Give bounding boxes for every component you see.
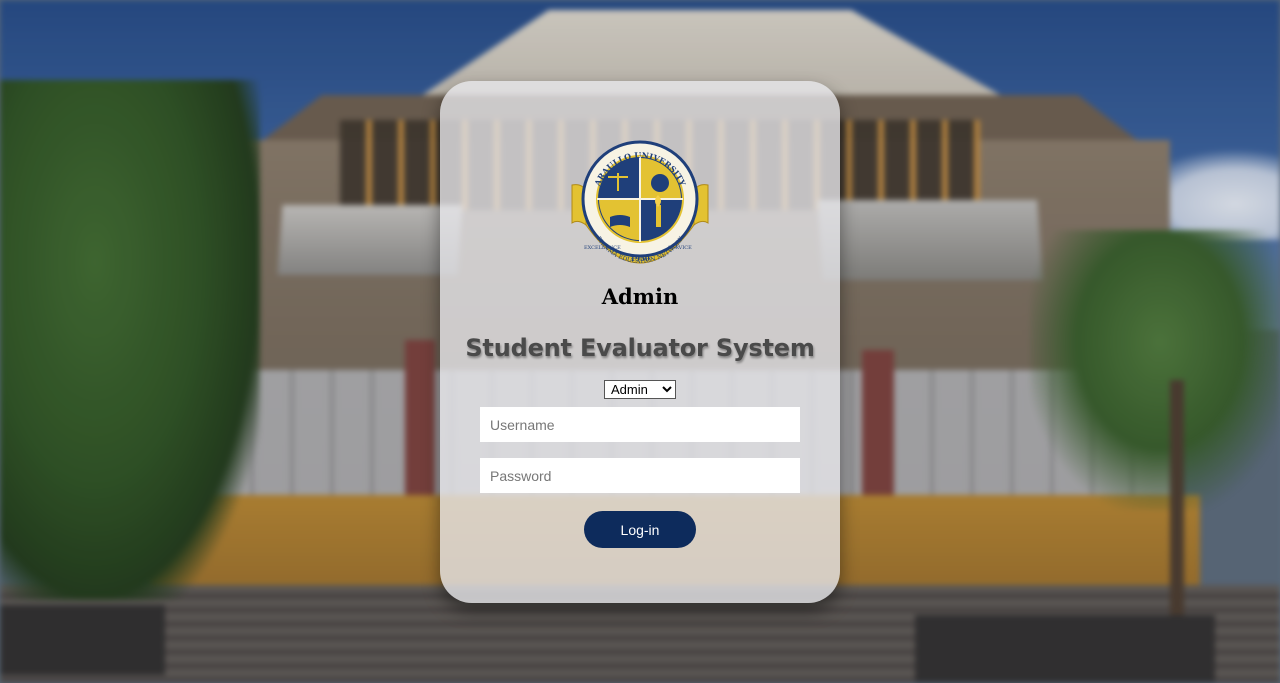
seal-right-motto: SERVICE — [668, 245, 692, 251]
username-input[interactable] — [480, 407, 800, 442]
password-input[interactable] — [480, 458, 800, 493]
role-title: Admin — [601, 284, 679, 309]
role-select[interactable]: Admin — [604, 380, 676, 399]
seal-year: 1950 — [630, 254, 650, 263]
login-button[interactable]: Log-in — [584, 511, 696, 548]
login-card: ARAULLO UNIVERSITY PHINMA EDUCATION NETW… — [440, 81, 840, 603]
university-seal-logo: ARAULLO UNIVERSITY PHINMA EDUCATION NETW… — [571, 140, 709, 265]
system-title: Student Evaluator System — [465, 334, 815, 362]
seal-left-motto: EXCELLENCE — [584, 245, 621, 251]
